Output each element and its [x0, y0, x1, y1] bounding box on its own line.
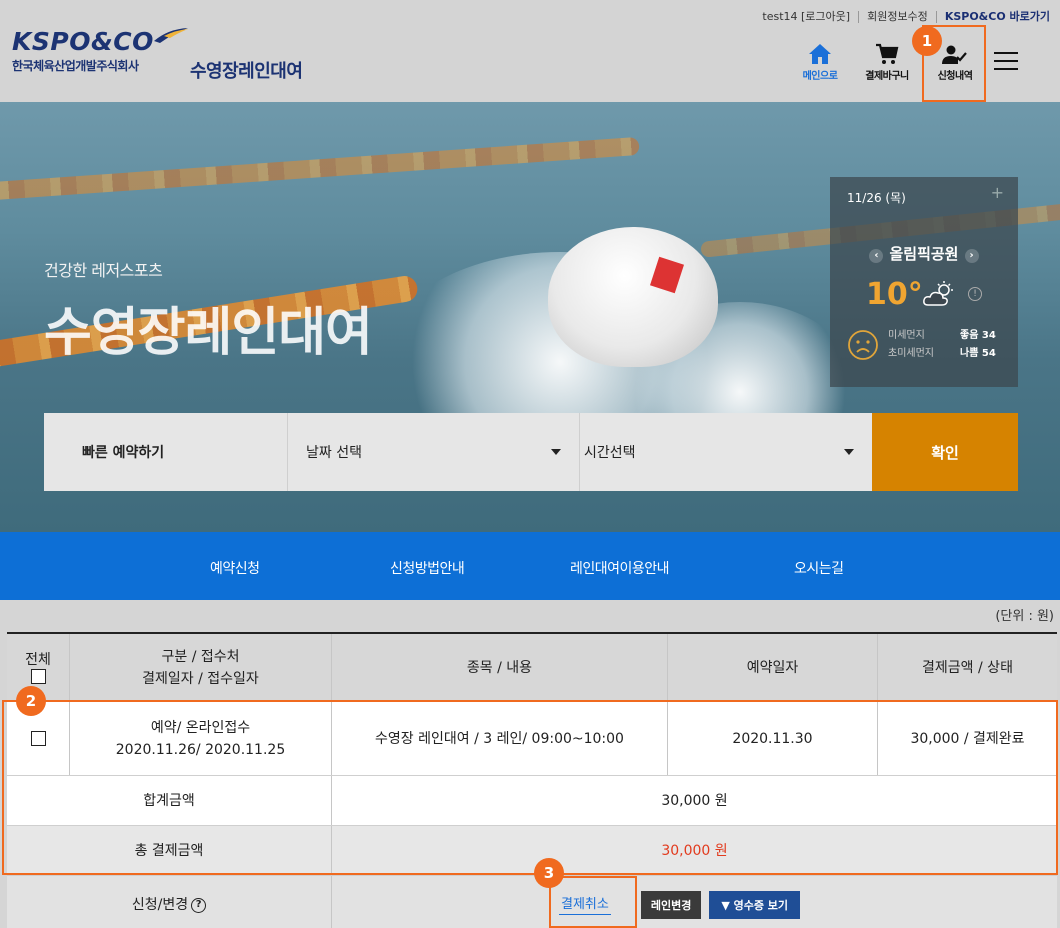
application-table: 전체 구분 / 접수처 결제일자 / 접수일자 종목 / 내용 예약일자 결제금… [7, 632, 1057, 928]
weather-location-name: 올림픽공원 [889, 245, 959, 263]
main-page-label: 메인으로 [802, 71, 838, 82]
main-nav: 예약신청 신청방법안내 레인대여이용안내 오시는길 [0, 532, 1060, 600]
dust-labels: 미세먼지 초미세먼지 [888, 327, 934, 363]
cart-button[interactable]: 결제바구니 [857, 43, 917, 82]
caret-down-icon [551, 449, 561, 455]
time-select[interactable]: 시간선택 [580, 413, 872, 491]
logo-swoosh-icon [154, 28, 188, 43]
logo-wordmark: KSPO&CO [12, 27, 154, 56]
nav-how-to-apply[interactable]: 신청방법안내 [390, 558, 465, 578]
hero-banner: 건강한 레저스포츠 수영장레인대여 11/26 (목) + ‹ 올림픽공원 › 10… [0, 102, 1060, 532]
swim-cap [548, 227, 718, 367]
weather-add-button[interactable]: + [991, 183, 1004, 202]
select-all-checkbox[interactable] [30, 669, 46, 684]
weather-temperature: 10° [866, 277, 923, 312]
quick-reservation-label: 빠른 예약하기 [44, 413, 288, 491]
time-select-value: 시간선택 [584, 445, 636, 461]
lane-rope [0, 136, 640, 206]
hero-subtitle: 건강한 레저스포츠 [44, 261, 163, 280]
caret-down-icon [844, 449, 854, 455]
date-select[interactable]: 날짜 선택 [288, 413, 580, 491]
quick-reservation-bar: 빠른 예약하기 날짜 선택 시간선택 확인 [44, 413, 1018, 491]
header-reserve-date: 예약일자 [668, 634, 878, 701]
kspo-shortcut-link[interactable]: KSPO&CO 바로가기 [937, 11, 1050, 23]
fine-dust-value: 좋음 34 [960, 330, 996, 341]
weather-date: 11/26 (목) [847, 191, 906, 205]
view-receipt-button[interactable]: ▼ 영수증 보기 [709, 891, 801, 919]
ultra-dust-value: 나쁨 54 [960, 348, 996, 359]
header-category: 구분 / 접수처 결제일자 / 접수일자 [70, 634, 332, 701]
site-header: test14 [로그아웃] 회원정보수정 KSPO&CO 바로가기 KSPO&C… [0, 0, 1060, 102]
main-page-button[interactable]: 메인으로 [790, 43, 850, 82]
help-icon[interactable]: ? [191, 897, 207, 913]
weather-info-icon[interactable]: ! [968, 287, 982, 301]
lane-change-button[interactable]: 레인변경 [640, 891, 702, 919]
cart-icon [876, 43, 899, 64]
logo-subtitle: 한국체육산업개발주식회사 [12, 59, 139, 73]
logout-link[interactable]: test14 [로그아웃] [754, 11, 860, 23]
nav-directions[interactable]: 오시는길 [794, 558, 844, 578]
hamburger-icon[interactable] [994, 52, 1018, 70]
date-select-value: 날짜 선택 [306, 445, 362, 461]
next-location-button[interactable]: › [964, 249, 979, 263]
sad-face-icon [848, 330, 878, 360]
cart-label: 결제바구니 [865, 71, 909, 82]
step-badge-3: 3 [534, 858, 564, 888]
nav-reservation[interactable]: 예약신청 [210, 558, 260, 578]
table-header-row: 전체 구분 / 접수처 결제일자 / 접수일자 종목 / 내용 예약일자 결제금… [7, 634, 1057, 702]
site-title[interactable]: 수영장레인대여 [190, 57, 303, 83]
header-category-1: 구분 / 접수처 [161, 648, 240, 665]
action-label: 신청/변경 [131, 897, 189, 913]
highlight-order-table [2, 700, 1058, 875]
confirm-button[interactable]: 확인 [872, 413, 1018, 491]
prev-location-button[interactable]: ‹ [869, 249, 884, 263]
ultra-dust-label: 초미세먼지 [888, 348, 934, 359]
top-links: test14 [로그아웃] 회원정보수정 KSPO&CO 바로가기 [754, 11, 1050, 23]
weather-widget: 11/26 (목) + ‹ 올림픽공원 › 10° ! 미세먼지 초미세먼지 좋음 … [830, 177, 1018, 387]
partly-cloudy-icon [923, 281, 953, 306]
weather-location: ‹ 올림픽공원 › [830, 243, 1018, 264]
unit-note: (단위 : 원) [995, 609, 1054, 624]
header-category-2: 결제일자 / 접수일자 [142, 670, 259, 687]
action-buttons: 결제취소 레인변경 ▼ 영수증 보기 [332, 876, 1057, 928]
hero-title: 수영장레인대여 [44, 303, 373, 363]
logo[interactable]: KSPO&CO 한국체육산업개발주식회사 [12, 27, 188, 74]
step-badge-2: 2 [16, 686, 46, 716]
home-icon [809, 44, 831, 64]
edit-profile-link[interactable]: 회원정보수정 [859, 11, 937, 23]
select-all-label: 전체 [25, 652, 51, 668]
nav-lane-rental-guide[interactable]: 레인대여이용안내 [570, 558, 670, 578]
header-amount-status: 결제금액 / 상태 [922, 659, 1013, 676]
fine-dust-label: 미세먼지 [888, 330, 925, 341]
action-row: 신청/변경 ? 결제취소 레인변경 ▼ 영수증 보기 [7, 876, 1057, 928]
step-badge-1: 1 [912, 26, 942, 56]
action-label-cell: 신청/변경 ? [7, 876, 332, 928]
header-item: 종목 / 내용 [332, 634, 668, 701]
highlight-cancel-payment [549, 876, 637, 928]
dust-values: 좋음 34 나쁨 54 [960, 327, 996, 363]
